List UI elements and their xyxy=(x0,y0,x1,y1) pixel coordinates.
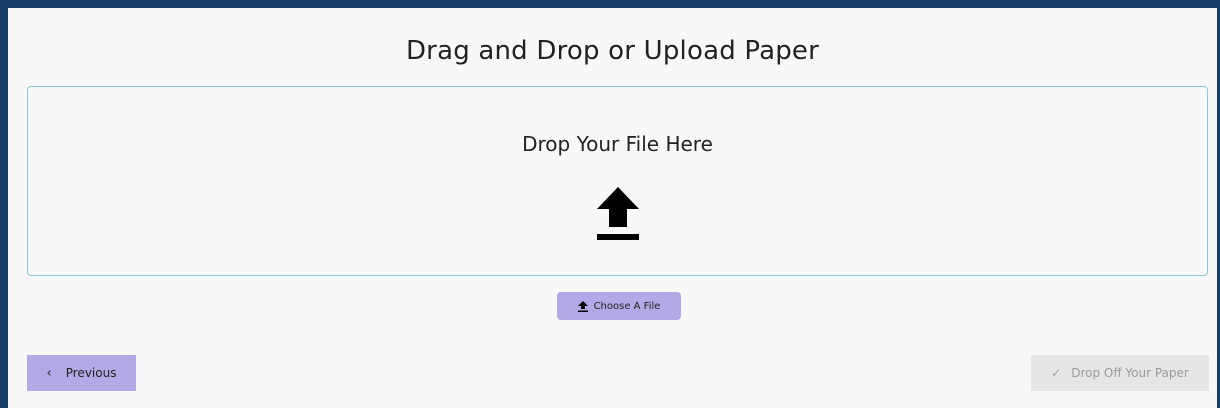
drop-off-label: Drop Off Your Paper xyxy=(1071,366,1189,380)
choose-file-label: Choose A File xyxy=(593,300,661,312)
previous-label: Previous xyxy=(65,366,117,380)
previous-button[interactable]: ‹ Previous xyxy=(27,355,136,391)
upload-panel: Drag and Drop or Upload Paper Drop Your … xyxy=(8,8,1217,408)
check-icon: ✓ xyxy=(1051,366,1062,380)
drop-off-paper-button[interactable]: ✓ Drop Off Your Paper xyxy=(1031,355,1209,391)
dropzone-label: Drop Your File Here xyxy=(522,132,713,156)
choose-file-button[interactable]: Choose A File xyxy=(557,292,681,320)
chevron-left-icon: ‹ xyxy=(46,365,52,381)
upload-icon xyxy=(597,187,639,240)
file-dropzone[interactable]: Drop Your File Here xyxy=(27,86,1208,276)
page-title: Drag and Drop or Upload Paper xyxy=(405,36,820,66)
upload-icon xyxy=(577,300,588,312)
